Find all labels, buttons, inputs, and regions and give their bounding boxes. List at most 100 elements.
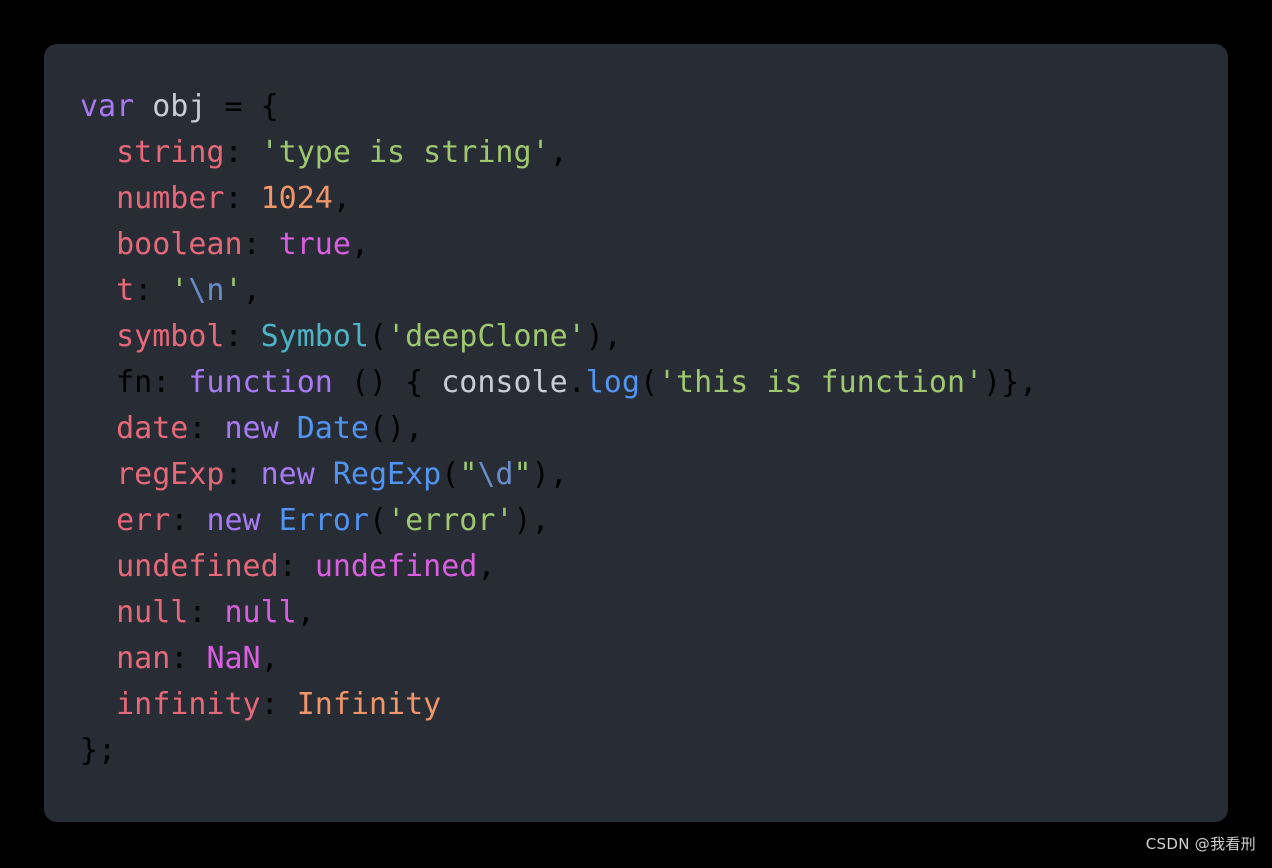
token-constant: true (278, 227, 351, 262)
token-punctuation: : (242, 227, 279, 262)
code-line: undefined: undefined, (44, 544, 1228, 590)
token-key: symbol (116, 319, 225, 354)
code-line: var obj = { (44, 84, 1228, 130)
token-number: 1024 (260, 181, 333, 216)
token-string: 'deepClone' (387, 319, 586, 354)
token-punctuation (80, 641, 116, 676)
code-block[interactable]: var obj = { string: 'type is string', nu… (44, 84, 1228, 774)
code-line: nan: NaN, (44, 636, 1228, 682)
token-punctuation: ), (585, 319, 622, 354)
token-key: nan (116, 641, 171, 676)
token-string: " (513, 457, 532, 492)
token-punctuation (80, 319, 116, 354)
token-key: infinity (116, 687, 261, 722)
token-punctuation (80, 595, 116, 630)
code-line: infinity: Infinity (44, 682, 1228, 728)
code-line: fn: function () { console.log('this is f… (44, 360, 1228, 406)
token-punctuation: , (242, 273, 261, 308)
token-punctuation: , (260, 641, 279, 676)
token-punctuation: : (170, 641, 207, 676)
token-punctuation (134, 89, 152, 124)
token-punctuation: ), (513, 503, 550, 538)
token-punctuation: }; (80, 733, 117, 768)
token-punctuation: )}, (983, 365, 1038, 400)
token-key: string (116, 135, 225, 170)
code-line: null: null, (44, 590, 1228, 636)
token-punctuation: ( (441, 457, 460, 492)
token-punctuation (80, 273, 116, 308)
token-escape: \d (477, 457, 514, 492)
token-punctuation (80, 503, 116, 538)
token-key: regExp (116, 457, 225, 492)
token-key_fn: fn (116, 365, 153, 400)
token-punctuation: : (260, 687, 297, 722)
token-key: undefined (116, 549, 279, 584)
token-punctuation: ( (369, 503, 388, 538)
token-key: boolean (116, 227, 243, 262)
csdn-watermark: CSDN @我看刑 (1145, 835, 1256, 853)
token-punctuation: ( (639, 365, 658, 400)
token-punctuation (80, 457, 116, 492)
token-punctuation: : (224, 181, 261, 216)
code-line: regExp: new RegExp("\d"), (44, 452, 1228, 498)
token-escape: \n (188, 273, 225, 308)
code-line: t: '\n', (44, 268, 1228, 314)
token-punctuation: (), (369, 411, 424, 446)
token-punctuation: : (170, 503, 207, 538)
token-keyword: new (224, 411, 279, 446)
code-line: }; (44, 728, 1228, 774)
token-string: " (459, 457, 478, 492)
token-constant: null (224, 595, 297, 630)
token-keyword: new (260, 457, 315, 492)
token-punctuation (80, 135, 116, 170)
token-punctuation: . (567, 365, 586, 400)
token-key: t (116, 273, 135, 308)
token-punctuation (80, 181, 116, 216)
code-line: symbol: Symbol('deepClone'), (44, 314, 1228, 360)
token-string: ' (170, 273, 189, 308)
token-key: number (116, 181, 225, 216)
token-punctuation (279, 411, 297, 446)
token-builtin: Date (296, 411, 369, 446)
token-number: Infinity (296, 687, 442, 722)
code-line: number: 1024, (44, 176, 1228, 222)
token-keyword: var (80, 89, 135, 124)
token-punctuation (80, 549, 116, 584)
token-punctuation: ), (531, 457, 568, 492)
token-punctuation (80, 365, 116, 400)
token-punctuation: : (188, 595, 225, 630)
token-punctuation: : (278, 549, 315, 584)
token-punctuation (261, 503, 279, 538)
token-punctuation: : (224, 457, 261, 492)
token-builtin: log (585, 365, 640, 400)
code-line: string: 'type is string', (44, 130, 1228, 176)
code-line: boolean: true, (44, 222, 1228, 268)
token-punctuation: , (477, 549, 496, 584)
token-punctuation: ( (369, 319, 388, 354)
token-variable: obj (152, 89, 207, 124)
token-constant: NaN (206, 641, 261, 676)
token-punctuation: : (134, 273, 171, 308)
token-key: null (116, 595, 189, 630)
code-line: date: new Date(), (44, 406, 1228, 452)
token-punctuation (80, 227, 116, 262)
token-keyword: new (206, 503, 261, 538)
code-line: err: new Error('error'), (44, 498, 1228, 544)
token-punctuation: : (224, 319, 261, 354)
token-punctuation (80, 411, 116, 446)
token-punctuation: : (152, 365, 189, 400)
token-string: 'this is function' (658, 365, 984, 400)
token-punctuation: , (350, 227, 369, 262)
token-symbol: Symbol (260, 319, 369, 354)
token-constant: undefined (314, 549, 478, 584)
token-builtin: Error (278, 503, 369, 538)
token-punctuation: () { (332, 365, 442, 400)
token-punctuation (80, 687, 116, 722)
token-punctuation (315, 457, 333, 492)
token-punctuation: , (549, 135, 568, 170)
token-punctuation: , (296, 595, 315, 630)
token-keyword: function (188, 365, 333, 400)
token-key: date (116, 411, 189, 446)
token-string: 'type is string' (260, 135, 550, 170)
token-string: ' (224, 273, 243, 308)
